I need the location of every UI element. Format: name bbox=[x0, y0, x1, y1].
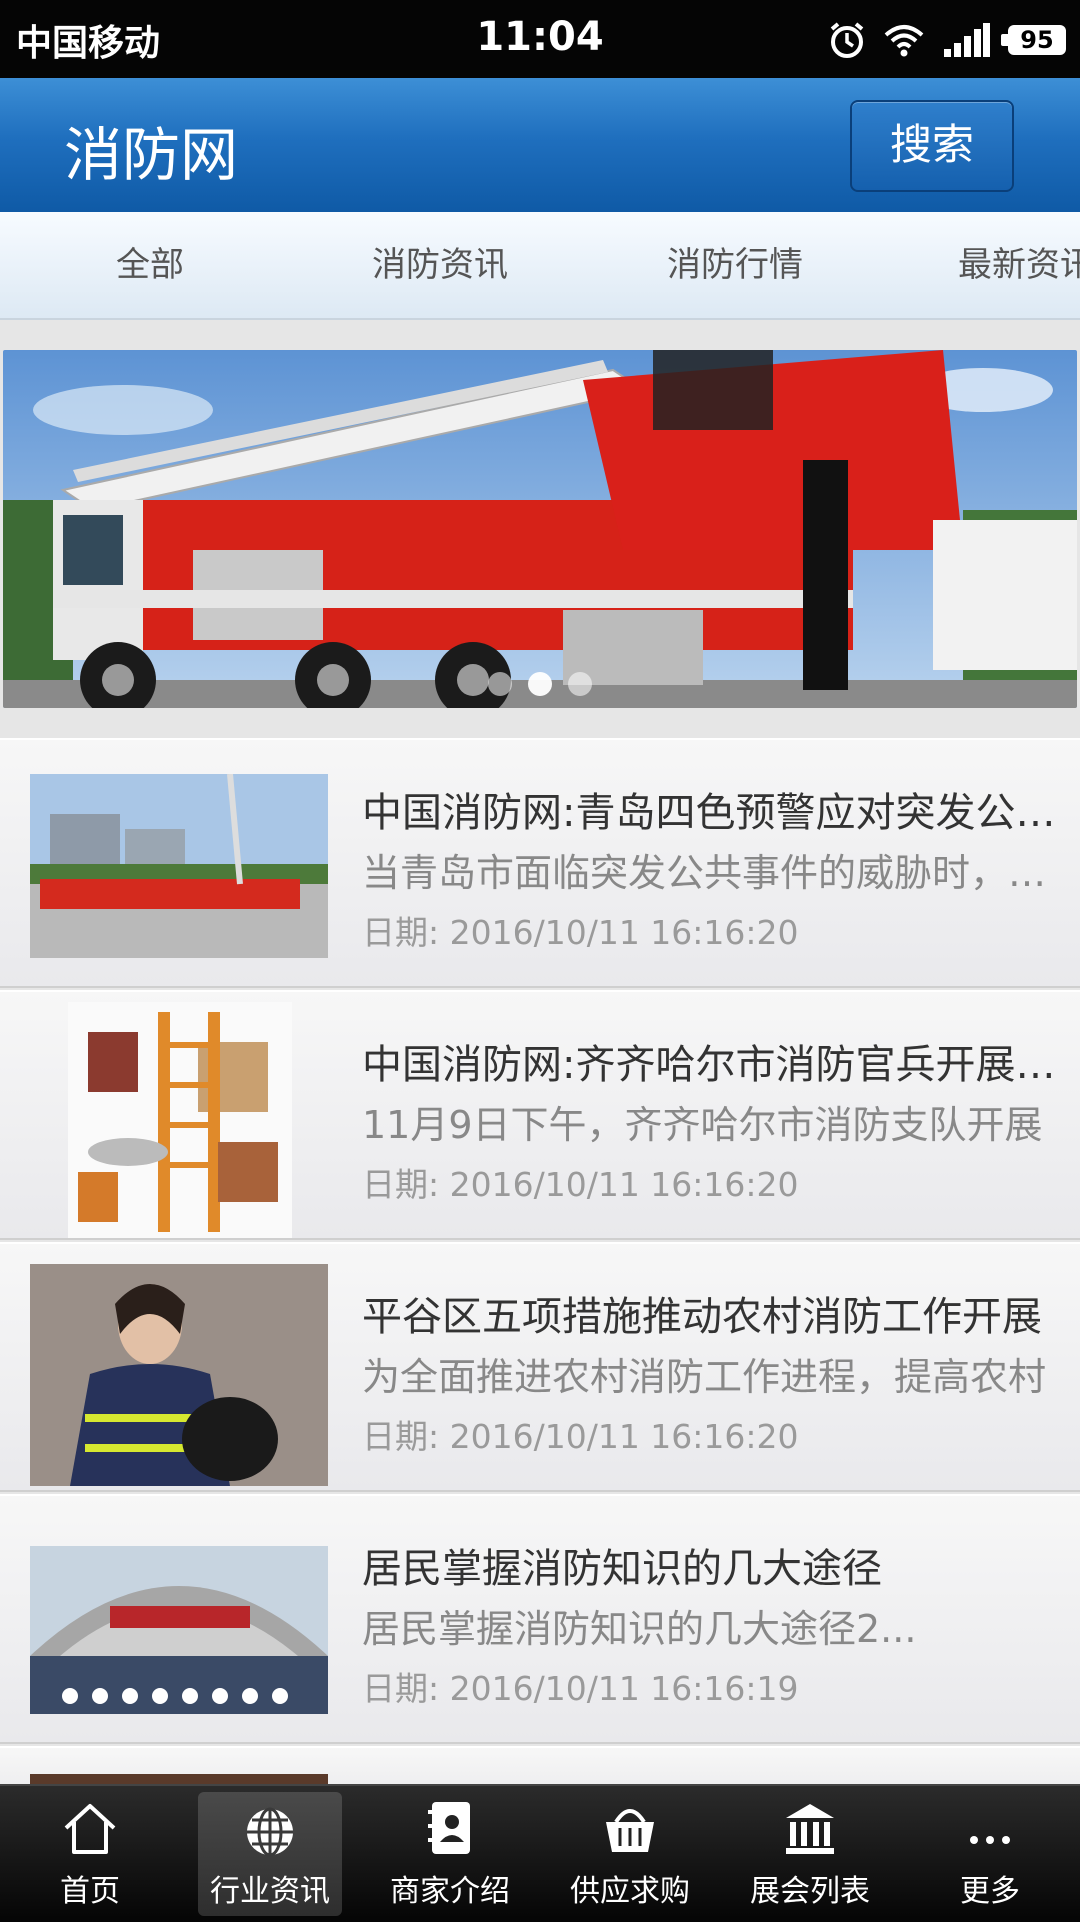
news-title: 中国消防网:齐齐哈尔市消防官兵开展演练 bbox=[362, 1042, 1072, 1088]
battery-indicator: 95 bbox=[1001, 25, 1066, 55]
news-date: 日期: 2016/10/11 16:16:19 bbox=[362, 1669, 799, 1708]
tab-fire-market[interactable]: 消防行情 bbox=[585, 212, 885, 318]
page-title: 消防网 bbox=[64, 121, 239, 189]
nav-label: 首页 bbox=[60, 1874, 120, 1909]
tab-fire-news[interactable]: 消防资讯 bbox=[290, 212, 590, 318]
status-bar: 中国移动 11:04 95 bbox=[0, 0, 1080, 78]
news-title: 中国消防网:青岛四色预警应对突发公共事件 bbox=[362, 790, 1072, 836]
nav-supply-demand[interactable]: 供应求购 bbox=[540, 1786, 720, 1922]
carousel-dot[interactable] bbox=[528, 672, 552, 696]
nav-label: 行业资讯 bbox=[210, 1874, 330, 1909]
news-summary: 为全面推进农村消防工作进程，提高农村 bbox=[362, 1355, 1047, 1399]
news-date: 日期: 2016/10/11 16:16:20 bbox=[362, 1165, 799, 1204]
basket-icon bbox=[606, 1809, 654, 1852]
nav-home[interactable]: 首页 bbox=[0, 1786, 180, 1922]
news-thumbnail bbox=[30, 1546, 328, 1714]
more-icon bbox=[970, 1836, 1010, 1844]
contact-book-icon bbox=[428, 1802, 470, 1854]
news-item[interactable]: 中国消防网:齐齐哈尔市消防官兵开展演练 11月9日下午，齐齐哈尔市消防支队开展 … bbox=[0, 990, 1080, 1240]
status-icons: 95 bbox=[828, 18, 1066, 62]
fire-truck-image bbox=[3, 350, 1077, 708]
news-title: 居民掌握消防知识的几大途径 bbox=[362, 1546, 882, 1592]
news-item[interactable]: 居民掌握消防知识的几大途径 居民掌握消防知识的几大途径2... 日期: 2016… bbox=[0, 1494, 1080, 1744]
nav-label: 展会列表 bbox=[750, 1874, 870, 1909]
news-thumbnail bbox=[30, 774, 328, 958]
news-thumbnail bbox=[30, 1264, 328, 1486]
nav-label: 供应求购 bbox=[570, 1874, 690, 1909]
search-button[interactable]: 搜索 bbox=[850, 100, 1014, 192]
building-icon bbox=[786, 1804, 834, 1854]
nav-exhibitions[interactable]: 展会列表 bbox=[720, 1786, 900, 1922]
tab-all[interactable]: 全部 bbox=[0, 212, 300, 318]
carousel-indicators bbox=[3, 672, 1077, 700]
news-thumbnail bbox=[68, 1002, 292, 1238]
nav-label: 商家介绍 bbox=[390, 1874, 510, 1909]
news-date: 日期: 2016/10/11 16:16:20 bbox=[362, 913, 799, 952]
news-item[interactable]: 平谷区五项措施推动农村消防工作开展 为全面推进农村消防工作进程，提高农村 日期:… bbox=[0, 1242, 1080, 1492]
bottom-nav: 首页 行业资讯 商家介绍 供应求购 展会列表 更多 bbox=[0, 1784, 1080, 1922]
banner-carousel[interactable] bbox=[3, 350, 1077, 708]
globe-icon bbox=[247, 1807, 293, 1857]
category-tabs: 全部 消防资讯 消防行情 最新资讯 bbox=[0, 212, 1080, 320]
nav-label: 更多 bbox=[960, 1874, 1020, 1909]
nav-more[interactable]: 更多 bbox=[900, 1786, 1080, 1922]
news-summary: 当青岛市面临突发公共事件的威胁时，青岛市 bbox=[362, 851, 1072, 895]
news-summary: 居民掌握消防知识的几大途径2... bbox=[362, 1607, 917, 1651]
news-item[interactable]: 中国消防网:青岛四色预警应对突发公共事件 当青岛市面临突发公共事件的威胁时，青岛… bbox=[0, 738, 1080, 988]
wifi-icon bbox=[884, 25, 924, 57]
news-summary: 11月9日下午，齐齐哈尔市消防支队开展 bbox=[362, 1103, 1043, 1147]
home-icon bbox=[64, 1804, 116, 1854]
news-title: 平谷区五项措施推动农村消防工作开展 bbox=[362, 1294, 1042, 1340]
alarm-icon bbox=[830, 22, 864, 58]
tab-latest-news[interactable]: 最新资讯 bbox=[880, 212, 1080, 318]
app-header: 消防网 搜索 bbox=[0, 78, 1080, 212]
carousel-dot[interactable] bbox=[488, 672, 512, 696]
carousel-dot[interactable] bbox=[568, 672, 592, 696]
nav-merchants[interactable]: 商家介绍 bbox=[360, 1786, 540, 1922]
signal-icon bbox=[944, 23, 990, 57]
nav-industry-news[interactable]: 行业资讯 bbox=[198, 1792, 342, 1916]
news-date: 日期: 2016/10/11 16:16:20 bbox=[362, 1417, 799, 1456]
